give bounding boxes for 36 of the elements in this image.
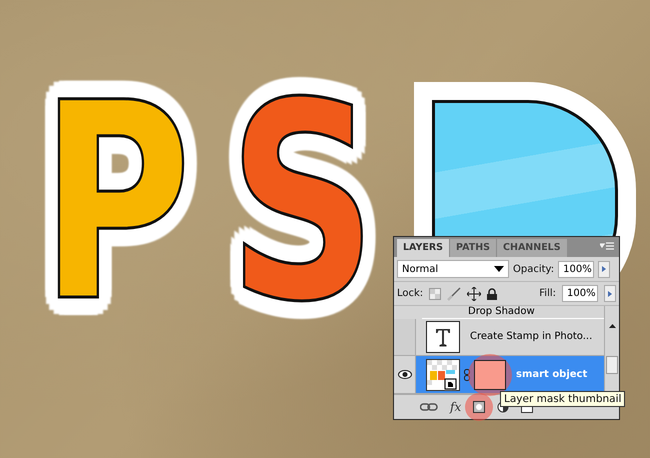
fill-slider-button[interactable] [604,285,616,302]
fill-field[interactable]: 100% [562,285,598,302]
chain-link-icon [464,368,470,381]
blend-mode-dropdown[interactable]: Normal [397,260,509,278]
panel-tab[interactable]: CHANNELS [497,239,567,257]
panel-tab[interactable]: PATHS [450,239,496,257]
panel-menu-icon[interactable] [600,242,614,252]
smart-object-thumbnail [426,358,460,391]
caret-icon [608,290,612,296]
layer-name: smart object [516,369,588,380]
sticker-letter: S [228,68,377,340]
move-icon[interactable] [467,286,482,300]
add-mask-icon[interactable] [473,401,486,413]
layer-style-button[interactable]: fx [450,400,462,414]
layer-effect-name: Drop Shadow [468,306,535,318]
visibility-toggle[interactable] [394,356,416,393]
visibility-toggle[interactable] [394,318,416,356]
link-icon[interactable] [420,402,438,412]
lock-label: Lock: [397,288,424,299]
lock-icon[interactable] [487,288,498,300]
scrollbar-thumb[interactable] [606,356,618,374]
opacity-slider-button[interactable] [598,260,610,278]
opacity-field[interactable]: 100% [558,260,594,278]
scroll-up-icon[interactable] [608,324,616,328]
tooltip: Layer mask thumbnail [500,391,626,407]
opacity-label: Opacity: [513,264,554,274]
brush-icon[interactable] [447,286,462,300]
caret-icon [494,266,504,272]
panel-tab[interactable]: LAYERS [397,239,450,257]
caret-icon [602,266,606,272]
eye-icon [398,370,412,380]
text-layer-thumbnail [426,320,460,353]
fill-label: Fill: [539,288,556,299]
layer-mask-thumbnail[interactable] [474,360,506,390]
layer-row[interactable]: Create Stamp in Photo... [394,318,604,356]
layer-name: Create Stamp in Photo... [470,331,592,342]
